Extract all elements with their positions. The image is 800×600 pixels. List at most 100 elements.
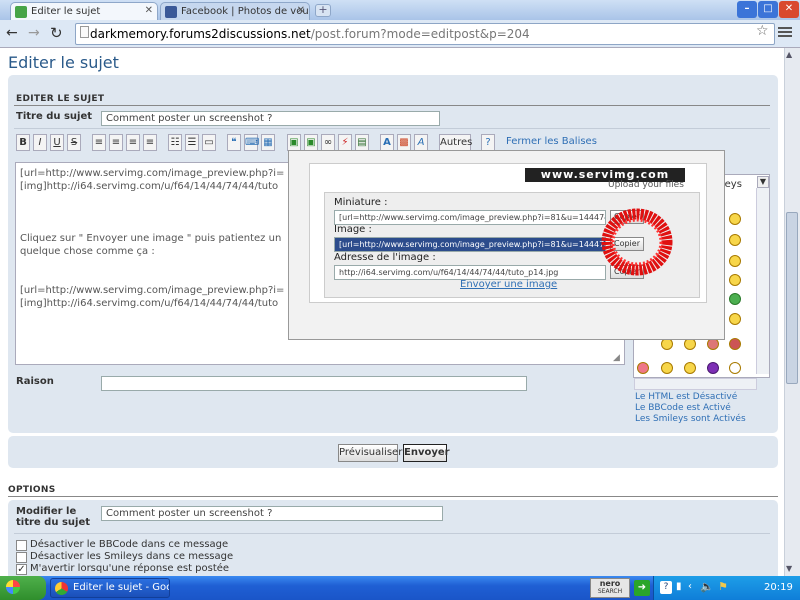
taskbar-task-chrome[interactable]: Editer le sujet - Googl...: [50, 578, 170, 598]
align-right-icon[interactable]: ≡: [126, 134, 140, 151]
security-tray-icon[interactable]: ⚑: [718, 580, 728, 593]
scroll-down-icon[interactable]: ▼: [786, 564, 792, 573]
smiley-icon[interactable]: [729, 274, 741, 286]
close-tab-icon[interactable]: ✕: [297, 5, 305, 16]
help-icon[interactable]: ?: [481, 134, 495, 151]
nero-label: nero: [599, 579, 621, 588]
nero-search-toolbar[interactable]: nero SEARCH: [590, 578, 630, 598]
nero-sub-label: SEARCH: [597, 588, 623, 595]
tab-editer-le-sujet[interactable]: Editer le sujet ✕: [10, 2, 158, 20]
align-left-icon[interactable]: ≡: [92, 134, 106, 151]
reason-input[interactable]: [101, 376, 527, 391]
color-palette-icon[interactable]: ▩: [397, 134, 411, 151]
system-tray: ? ▮ ‹ 🔈 ⚑ 20:19: [653, 576, 800, 600]
tab-label: Editer le sujet: [31, 6, 101, 17]
bbcode-status: Le BBCode est Activé: [635, 403, 731, 413]
smiley-icon[interactable]: [729, 313, 741, 325]
smiley-icon[interactable]: [661, 362, 673, 374]
code-icon[interactable]: ⌨: [244, 134, 259, 151]
disable-smileys-checkbox[interactable]: [16, 552, 27, 563]
tab-facebook[interactable]: Facebook | Photos de vous ✕: [160, 2, 310, 20]
more-button[interactable]: Autres: [439, 134, 472, 151]
html-status: Le HTML est Désactivé: [635, 392, 738, 402]
address-input[interactable]: http://i64.servimg.com/u/f64/14/44/74/44…: [334, 265, 606, 280]
flash-icon[interactable]: ⚡: [338, 134, 352, 151]
volume-tray-icon[interactable]: 🔈: [700, 580, 714, 593]
bold-button[interactable]: B: [16, 134, 30, 151]
close-tags-link[interactable]: Fermer les Balises: [506, 136, 597, 147]
reload-icon[interactable]: ↻: [50, 24, 63, 42]
video-icon[interactable]: ▤: [355, 134, 369, 151]
smiley-icon[interactable]: [707, 362, 719, 374]
underline-button[interactable]: U: [50, 134, 64, 151]
resize-grip-icon[interactable]: ◢: [613, 353, 620, 363]
thumb-label: Miniature :: [334, 197, 388, 208]
chrome-icon: [55, 582, 68, 595]
thumb-code-input[interactable]: [url=http://www.servimg.com/image_previe…: [334, 210, 606, 225]
arrow-tray-icon[interactable]: ‹: [688, 581, 692, 592]
disable-bbcode-checkbox[interactable]: [16, 540, 27, 551]
start-button[interactable]: [0, 576, 46, 600]
back-arrow-icon[interactable]: ←: [6, 25, 18, 41]
close-window-button[interactable]: ✕: [779, 1, 799, 18]
smiley-icon[interactable]: [684, 362, 696, 374]
servimg-tagline: Upload your files: [608, 180, 684, 190]
smiley-icon[interactable]: [729, 293, 741, 305]
numbered-list-icon[interactable]: ☰: [185, 134, 199, 151]
address-bar[interactable]: darkmemory.forums2discussions.net/post.f…: [75, 23, 775, 45]
subject-label: Titre du sujet: [16, 111, 93, 122]
smiley-icon[interactable]: [637, 362, 649, 374]
horizontal-rule-icon[interactable]: ▭: [202, 134, 216, 151]
options-divider: [8, 496, 778, 497]
modify-title-input[interactable]: Comment poster un screenshot ?: [101, 506, 443, 521]
disable-smileys-label: Désactiver les Smileys dans ce message: [30, 551, 234, 562]
insert-image-icon[interactable]: ▣: [287, 134, 301, 151]
align-justify-icon[interactable]: ≡: [143, 134, 157, 151]
new-tab-button[interactable]: +: [315, 4, 331, 17]
image-label: Image :: [334, 224, 372, 235]
link-icon[interactable]: ∞: [321, 134, 335, 151]
smiley-icon[interactable]: [729, 338, 741, 350]
upload-image-link[interactable]: Envoyer une image: [460, 279, 557, 290]
smileys-scrollbar[interactable]: [756, 188, 769, 374]
page-menu-icon[interactable]: [778, 25, 794, 39]
font-size-icon[interactable]: A: [414, 134, 428, 151]
dropdown-arrow-icon[interactable]: ▼: [757, 176, 769, 188]
smiley-icon[interactable]: [729, 234, 741, 246]
notify-reply-label: M'avertir lorsqu'une réponse est postée: [30, 563, 230, 574]
options-title: OPTIONS: [8, 485, 56, 495]
url-domain: darkmemory.forums2discussions.net: [90, 27, 311, 41]
clock[interactable]: 20:19: [764, 582, 793, 593]
smiley-icon[interactable]: [729, 255, 741, 267]
italic-button[interactable]: I: [33, 134, 47, 151]
font-color-icon[interactable]: A: [380, 134, 394, 151]
table-icon[interactable]: ▦: [261, 134, 275, 151]
notify-reply-checkbox[interactable]: ✓: [16, 564, 27, 575]
minimize-window-button[interactable]: –: [737, 1, 757, 18]
smileys-status: Les Smileys sont Activés: [635, 414, 746, 424]
task-label: Editer le sujet - Googl...: [73, 582, 169, 593]
smileys-hscrollbar[interactable]: [634, 378, 757, 390]
smiley-icon[interactable]: [729, 362, 741, 374]
align-center-icon[interactable]: ≡: [109, 134, 123, 151]
subject-input[interactable]: Comment poster un screenshot ?: [101, 111, 440, 126]
go-arrow-icon[interactable]: ➜: [634, 580, 650, 596]
maximize-window-button[interactable]: □: [758, 1, 778, 18]
scrollbar-thumb[interactable]: [786, 212, 798, 384]
strike-button[interactable]: S: [67, 134, 81, 151]
bullet-list-icon[interactable]: ☷: [168, 134, 182, 151]
bookmark-star-icon[interactable]: ☆: [756, 23, 769, 39]
reason-label: Raison: [16, 376, 54, 387]
quote-icon[interactable]: ❝: [227, 134, 241, 151]
preview-button[interactable]: Prévisualiser: [338, 444, 402, 462]
smiley-icon[interactable]: [729, 213, 741, 225]
forward-arrow-icon[interactable]: →: [28, 25, 40, 41]
submit-button[interactable]: Envoyer: [403, 444, 450, 462]
image-code-input[interactable]: [url=http://www.servimg.com/image_previe…: [334, 237, 606, 252]
network-tray-icon[interactable]: ▮: [676, 581, 682, 592]
scroll-up-icon[interactable]: ▲: [786, 50, 792, 59]
upload-image-icon[interactable]: ▣: [304, 134, 318, 151]
page-title: Editer le sujet: [8, 53, 119, 72]
help-tray-icon[interactable]: ?: [660, 581, 672, 594]
close-tab-icon[interactable]: ✕: [145, 5, 153, 16]
